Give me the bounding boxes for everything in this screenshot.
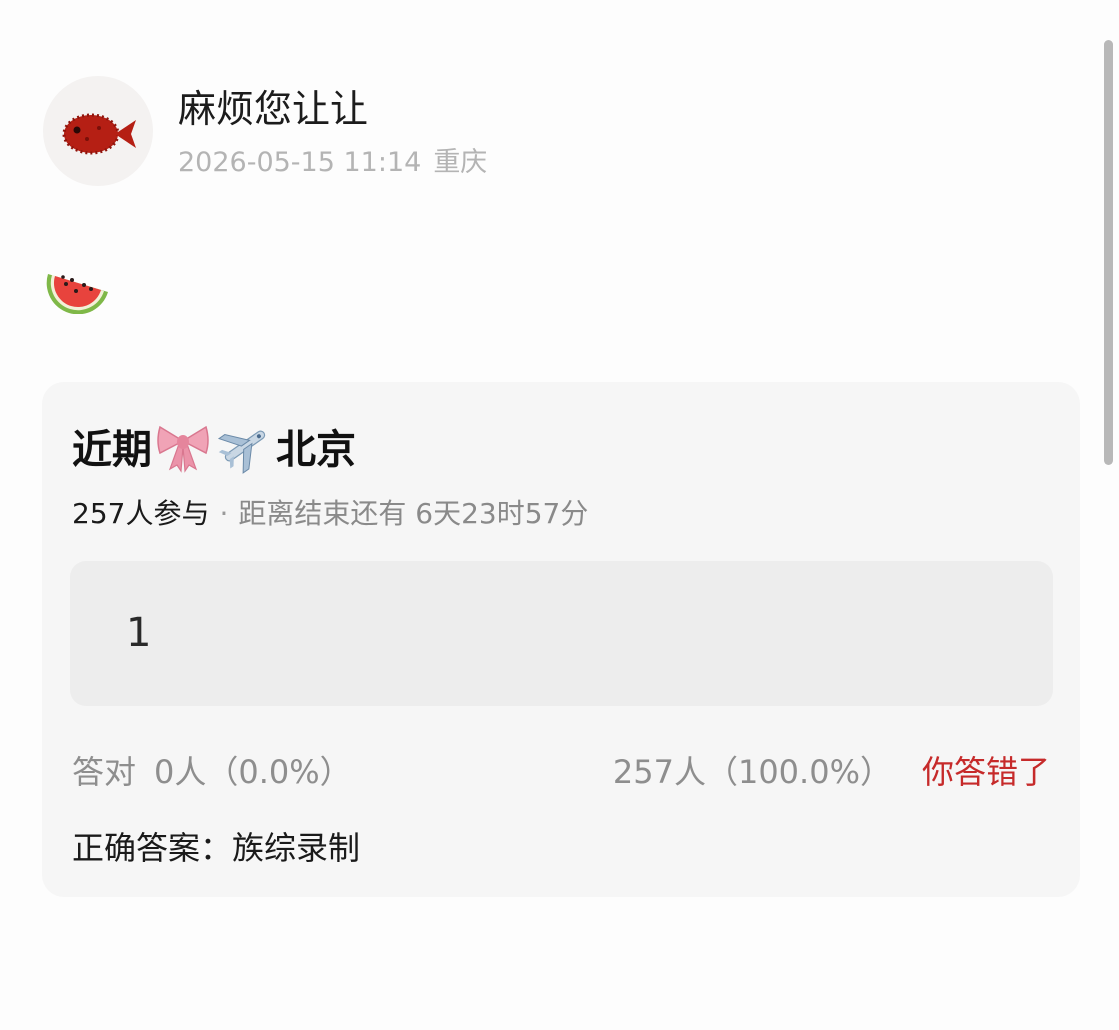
correct-stats: 答对 0人（0.0%）: [72, 750, 352, 794]
poll-title: 近期 北京: [72, 416, 356, 476]
scrollbar[interactable]: [1104, 40, 1113, 465]
wrong-stats: 257人（100.0%） 你答错了: [613, 750, 1050, 794]
author-name[interactable]: 麻烦您让让: [178, 84, 368, 134]
correct-label: 答对: [72, 753, 137, 791]
ribbon-bow-icon: [154, 417, 212, 475]
answer-box[interactable]: [70, 561, 1053, 706]
verdict-text: 你答错了: [921, 753, 1050, 791]
poll-title-prefix: 近期: [72, 427, 152, 473]
post-meta: 2026-05-15 11:14 重庆: [178, 145, 487, 181]
airplane-icon: [216, 417, 274, 475]
post-date: 2026-05-15 11:14: [178, 147, 422, 178]
wrong-count: 257人（100.0%）: [612, 753, 892, 791]
poll-meta: 257人参与 · 距离结束还有 6天23时57分: [72, 494, 588, 534]
participant-count: 257人参与: [72, 497, 210, 530]
meta-separator: ·: [219, 497, 229, 530]
correct-answer: 正确答案：族综录制: [72, 829, 361, 867]
correct-count: 0人（0.0%）: [154, 753, 352, 791]
red-fish-icon: [62, 113, 136, 155]
poll-title-suffix: 北京: [276, 427, 356, 473]
watermelon-icon: [44, 258, 112, 315]
answer-text: 1: [126, 610, 152, 656]
avatar[interactable]: [43, 76, 153, 186]
post-location: 重庆: [433, 147, 488, 178]
deadline-text: 距离结束还有 6天23时57分: [238, 497, 589, 530]
